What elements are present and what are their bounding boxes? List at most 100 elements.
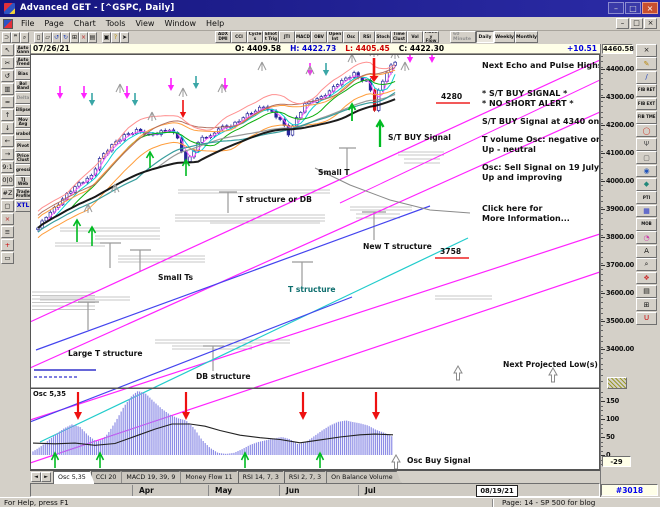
study-button-macd[interactable]: MACD [295, 31, 311, 43]
menu-help[interactable]: Help [201, 17, 229, 31]
close-button[interactable]: × [642, 2, 658, 14]
quote-icon[interactable]: ❞ [11, 32, 20, 43]
close-drawing-icon[interactable]: × [636, 44, 657, 57]
mdi-close-button[interactable]: × [644, 18, 657, 29]
mdi-restore-button[interactable]: □ [630, 18, 643, 29]
period-button-monthly[interactable]: Monthly [515, 31, 538, 43]
select-pointer-icon[interactable]: ↖ [1, 44, 14, 56]
study-trade-profile[interactable]: Trade Profile [15, 188, 31, 200]
menu-file[interactable]: File [16, 17, 39, 31]
study-button-jti[interactable]: JTI [279, 31, 295, 43]
study-pivot[interactable]: Pivot [15, 140, 31, 152]
study-button-time-clust[interactable]: Time Clust [391, 31, 407, 43]
study-button-cci[interactable]: CCI [231, 31, 247, 43]
mob-icon[interactable]: MOB [636, 218, 657, 231]
digit-display-icon[interactable]: 0|0 [1, 174, 14, 186]
menu-chart[interactable]: Chart [69, 17, 101, 31]
scroll-right-icon[interactable]: → [1, 148, 14, 160]
price-axis[interactable]: 4460.58 4400.00 4300.00 4200.00 4100.00 4000.… [600, 44, 634, 497]
menu-window[interactable]: Window [159, 17, 201, 31]
paste-icon[interactable]: ▤ [88, 32, 97, 43]
menu-view[interactable]: View [130, 17, 159, 31]
pointer-tool-icon[interactable]: ⊃ [2, 32, 11, 43]
study-bol-band[interactable]: Bol Band [15, 80, 31, 92]
trendline-icon[interactable]: / [636, 70, 657, 84]
alarm-icon[interactable]: ◔ [636, 231, 657, 245]
study-button-vol[interactable]: Vol [407, 31, 423, 43]
zoom-tool-icon[interactable]: ⌕ [636, 258, 657, 272]
context-help-icon[interactable]: ➤ [120, 32, 129, 43]
copy-icon[interactable]: ⊞ [70, 32, 79, 43]
info-link-text[interactable]: Click here for [482, 204, 542, 213]
crosshair-icon[interactable]: + [1, 239, 14, 251]
bias-diamond-icon[interactable]: ◆ [636, 177, 657, 191]
study-auto-gann[interactable]: Auto Gann [15, 44, 31, 56]
eraser-icon[interactable]: ✂ [1, 57, 14, 69]
minimize-button[interactable]: – [608, 2, 624, 14]
fib-retracement-icon[interactable]: FIB RET [636, 84, 657, 97]
maximize-button[interactable]: □ [625, 2, 641, 14]
panel-resize-button[interactable] [607, 377, 627, 389]
study-button-stoch[interactable]: Stoch [375, 31, 391, 43]
study-price-clust[interactable]: Price Clust [15, 152, 31, 164]
bar-style-icon[interactable]: ▥ [1, 83, 14, 95]
date-axis[interactable]: Apr May Jun Jul 08/19/21 [30, 483, 600, 497]
palette-icon[interactable]: ❖ [636, 271, 657, 285]
period-button-weekly[interactable]: Weekly [494, 31, 515, 43]
period-button-60-minute[interactable]: 60 Minute [450, 31, 476, 43]
tab-scroll-left-button[interactable]: ◄ [31, 472, 41, 482]
new-chart-icon[interactable]: ▯ [34, 32, 43, 43]
pencil-icon[interactable]: ✎ [636, 57, 657, 71]
study-delta[interactable]: Delta [15, 92, 31, 104]
study-mov-avg[interactable]: Mov Avg [15, 116, 31, 128]
refresh-forward-icon[interactable]: ↻ [61, 32, 70, 43]
scroll-left-icon[interactable]: ← [1, 135, 14, 147]
reset-icon[interactable]: ↺ [1, 70, 14, 82]
pitchfork-icon[interactable]: Ψ [636, 137, 657, 151]
study-button-adx-dmi[interactable]: ADX DMI [215, 31, 231, 43]
scroll-up-icon[interactable]: ↑ [1, 109, 14, 121]
menu-page[interactable]: Page [39, 17, 68, 31]
pti-icon[interactable]: PTI [636, 191, 657, 205]
study-button-open-int[interactable]: Open Int [327, 31, 343, 43]
delete-icon[interactable]: × [79, 32, 88, 43]
zoom-icon[interactable]: ⌕ [20, 32, 29, 43]
menu-tools[interactable]: Tools [101, 17, 131, 31]
undo-icon[interactable]: U [636, 311, 657, 325]
fib-time-icon[interactable]: FIB TME [636, 110, 657, 124]
folder-icon[interactable]: ▭ [1, 252, 14, 264]
refresh-back-icon[interactable]: ↺ [52, 32, 61, 43]
study-button-osc[interactable]: Osc [343, 31, 359, 43]
study-button-cycles[interactable]: Cycles [247, 31, 263, 43]
text-tool-icon[interactable]: A [636, 244, 657, 258]
study-regression[interactable]: Regression [15, 164, 31, 176]
print-icon[interactable]: ▣ [102, 32, 111, 43]
price-chart-canvas[interactable]: Next Echo and Pulse Highs * S/T BUY SIGNA… [30, 54, 600, 470]
delete-lines-icon[interactable]: × [1, 213, 14, 225]
lines-icon[interactable]: ≡ [1, 226, 14, 238]
tab-scroll-right-button[interactable]: ► [41, 472, 51, 482]
info-link-text[interactable]: More Information... [482, 214, 570, 223]
study-parabolic[interactable]: Parabolic [15, 128, 31, 140]
study-button-elliott-trig[interactable]: Elliott Trig [263, 31, 279, 43]
compress-icon[interactable]: #Z [1, 187, 14, 199]
fib-extension-icon[interactable]: FIB EXT [636, 97, 657, 111]
split-view-icon[interactable]: 9:1 [1, 161, 14, 173]
help-icon[interactable]: ? [111, 32, 120, 43]
study-button-rsi[interactable]: RSI [359, 31, 375, 43]
time-cluster-icon[interactable]: ▦ [636, 204, 657, 218]
study-ellipse[interactable]: Ellipse [15, 104, 31, 116]
elliott-wave-icon[interactable]: ≈ [1, 96, 14, 108]
box-tool-icon[interactable]: ▢ [1, 200, 14, 212]
mdi-minimize-button[interactable]: – [616, 18, 629, 29]
tab-osc-5-35[interactable]: Osc 5,35 [53, 471, 95, 484]
copy-page-icon[interactable]: ⊞ [636, 298, 657, 312]
study-auto-trend[interactable]: Auto Trend [15, 56, 31, 68]
study-button-obv[interactable]: OBV [311, 31, 327, 43]
period-button-daily[interactable]: Daily [476, 31, 494, 43]
scroll-down-icon[interactable]: ↓ [1, 122, 14, 134]
open-icon[interactable]: ▱ [43, 32, 52, 43]
study-button-money-flow[interactable]: Money Flow [423, 31, 439, 43]
ellipse-tool-icon[interactable]: ◯ [636, 124, 657, 138]
grid-page-icon[interactable]: ▤ [636, 285, 657, 298]
